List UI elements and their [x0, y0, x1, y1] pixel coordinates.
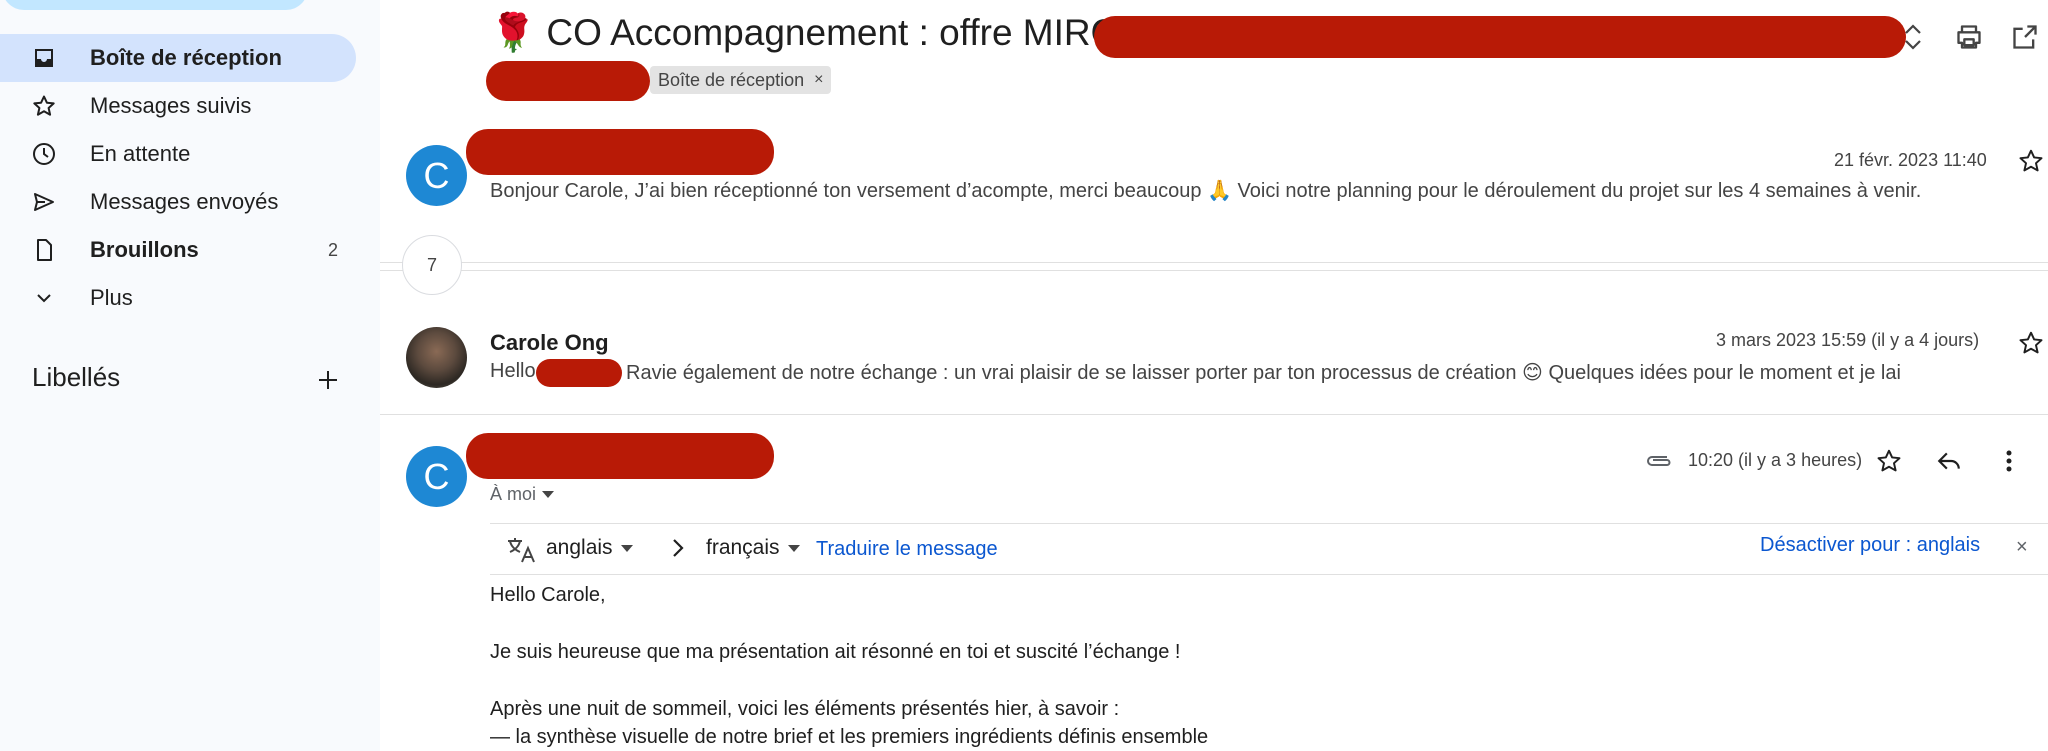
star-button[interactable] [2016, 146, 2046, 176]
redacted-subject [1094, 16, 1906, 58]
translate-bar: anglais français Traduire le message Dés… [490, 523, 2048, 575]
expand-all-button[interactable] [1898, 22, 1928, 52]
unfold-icon [1905, 24, 1921, 50]
caret-down-icon [620, 544, 633, 552]
recipient-details-toggle[interactable]: À moi [490, 484, 555, 505]
star-icon [1877, 449, 1901, 472]
redacted-sender [466, 129, 774, 175]
sidebar: Boîte de réception Messages suivis En at… [0, 0, 380, 751]
message-snippet: Bonjour Carole, J’ai bien réceptionné to… [490, 180, 1922, 202]
sidebar-item-more[interactable]: Plus [0, 274, 356, 322]
sidebar-item-snoozed[interactable]: En attente [0, 130, 356, 178]
sidebar-item-label: Plus [90, 285, 133, 310]
source-language: anglais [546, 536, 613, 559]
message-date: 21 févr. 2023 11:40 [1834, 150, 1987, 170]
label-chip-text: Boîte de réception [658, 69, 805, 90]
draft-icon [32, 238, 56, 262]
sidebar-item-label: Boîte de réception [90, 45, 282, 70]
sidebar-item-inbox[interactable]: Boîte de réception [0, 34, 356, 82]
external-link-icon [2013, 25, 2037, 49]
message-snippet: Ravie également de notre échange : un vr… [626, 362, 1901, 384]
plus-icon [319, 371, 337, 389]
open-new-window-button[interactable] [2010, 22, 2040, 52]
star-button[interactable] [2016, 328, 2046, 358]
source-language-select[interactable]: anglais [546, 536, 633, 560]
divider [380, 262, 2048, 263]
paperclip-icon [1647, 456, 1671, 466]
disable-translation-link[interactable]: Désactiver pour : anglais [1760, 534, 1980, 557]
recipient-text: À moi [490, 484, 537, 504]
sidebar-item-drafts[interactable]: Brouillons 2 [0, 226, 356, 274]
redacted-label [486, 61, 650, 101]
body-line: — la synthèse visuelle de notre brief et… [490, 726, 1209, 748]
message-date: 3 mars 2023 15:59 (il y a 4 jours) [1716, 330, 1980, 350]
message-date: 10:20 (il y a 3 heures) [1688, 450, 1863, 470]
translate-icon [508, 538, 535, 563]
drafts-count: 2 [327, 239, 338, 260]
translate-message-link[interactable]: Traduire le message [816, 538, 998, 561]
more-vert-icon [2006, 450, 2012, 472]
sidebar-item-label: En attente [90, 141, 191, 166]
print-icon [1957, 25, 1981, 49]
body-line: Hello Carole, [490, 584, 606, 606]
star-icon [2019, 331, 2043, 354]
star-icon [2019, 149, 2043, 172]
sidebar-item-label: Messages suivis [90, 93, 252, 118]
inbox-icon [32, 46, 56, 70]
sidebar-item-sent[interactable]: Messages envoyés [0, 178, 356, 226]
target-language-select[interactable]: français [706, 536, 800, 560]
subject-text: CO Accompagnement : offre MIROIR [546, 12, 1157, 53]
send-icon [32, 190, 56, 214]
add-label-button[interactable] [314, 366, 342, 394]
labels-heading: Libellés [32, 362, 121, 392]
caret-down-icon [787, 544, 800, 552]
translate-icon-wrap [506, 536, 536, 564]
chevron-down-icon [32, 286, 56, 310]
remove-label-button[interactable]: × [814, 71, 823, 89]
sidebar-item-starred[interactable]: Messages suivis [0, 82, 356, 130]
sidebar-item-label: Brouillons [90, 237, 199, 262]
redacted-sender [466, 433, 774, 479]
divider [380, 270, 2048, 271]
compose-button[interactable] [2, 0, 308, 10]
caret-down-icon [542, 491, 555, 498]
thread-subject: 🌹 CO Accompagnement : offre MIROIR [490, 12, 1156, 55]
reply-button[interactable] [1934, 446, 1964, 476]
body-line: Je suis heureuse que ma présentation ait… [490, 641, 1181, 663]
avatar-photo [406, 327, 467, 388]
message-sender: Carole Ong [490, 330, 609, 355]
reply-icon [1937, 452, 1960, 470]
avatar: C [406, 446, 467, 507]
attachment-indicator [1644, 446, 1674, 476]
label-chip-inbox[interactable]: Boîte de réception × [650, 66, 832, 94]
arrow-right-icon-wrap [670, 536, 686, 560]
redacted-name [536, 359, 622, 387]
star-icon [32, 94, 56, 118]
clock-icon [32, 142, 56, 166]
more-options-button[interactable] [1994, 446, 2024, 476]
divider [380, 414, 2048, 415]
rose-emoji: 🌹 [490, 12, 537, 53]
chevron-right-icon [673, 539, 684, 557]
thread-view: 🌹 CO Accompagnement : offre MIROIR Boîte… [380, 0, 2048, 751]
close-translate-button[interactable]: × [2016, 536, 2028, 559]
message-snippet-start: Hello [490, 360, 536, 382]
star-button[interactable] [1874, 446, 1904, 476]
sidebar-item-label: Messages envoyés [90, 189, 279, 214]
hidden-messages-count[interactable]: 7 [402, 235, 462, 295]
avatar: C [406, 145, 467, 206]
body-line: Après une nuit de sommeil, voici les élé… [490, 698, 1120, 720]
print-button[interactable] [1954, 22, 1984, 52]
target-language: français [706, 536, 780, 559]
